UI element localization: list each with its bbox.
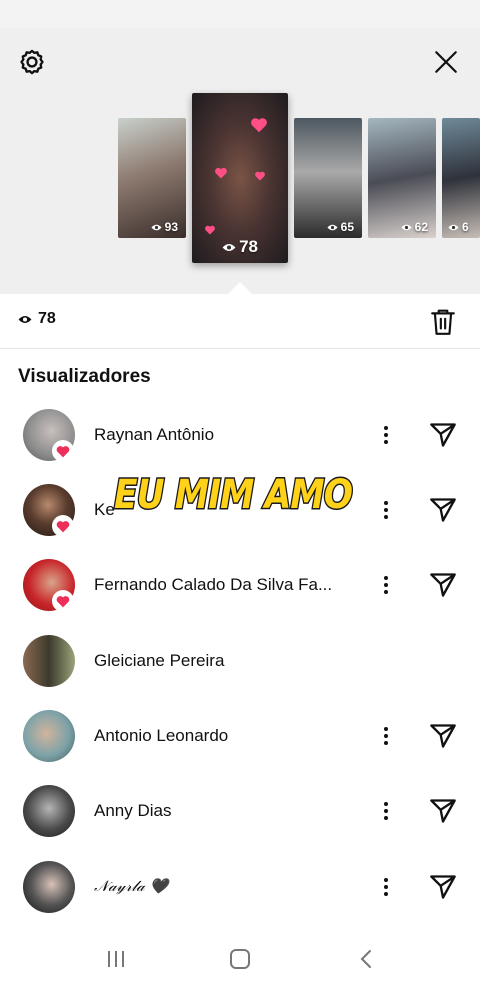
like-badge [52,440,74,462]
viewer-name[interactable]: Raynan Antônio [94,425,214,445]
gear-icon [20,49,44,75]
back-icon [360,950,371,968]
avatar[interactable] [23,635,75,687]
heart-icon [56,520,70,532]
story-thumbnail-selected[interactable]: 78 [192,93,288,263]
more-options-button[interactable] [374,722,398,750]
story-count-label: 65 [340,220,354,234]
story-view-count: 62 [401,220,428,234]
heart-icon [56,445,70,457]
story-thumbnail[interactable]: 62 [368,118,436,238]
send-icon [430,724,456,748]
eye-icon [18,315,32,323]
more-vertical-icon [384,426,388,444]
viewer-name[interactable]: Antonio Leonardo [94,726,228,746]
eye-icon [448,224,459,230]
story-count-label: 78 [239,237,258,256]
heart-sticker-icon [251,118,267,133]
recent-apps-icon [108,951,124,967]
heart-icon [56,595,70,607]
system-navigation-bar [0,928,480,986]
viewer-row[interactable]: Gleiciane Pereira [0,625,480,697]
recent-apps-button[interactable] [96,944,136,974]
selected-story-pointer [228,282,252,294]
home-button[interactable] [220,944,260,974]
more-vertical-icon [384,501,388,519]
more-vertical-icon [384,802,388,820]
back-button[interactable] [346,944,386,974]
send-message-button[interactable] [426,720,460,752]
total-views: 78 [18,310,56,328]
viewer-row[interactable]: Raynan Antônio [0,399,480,471]
story-view-count: 65 [327,220,354,234]
heart-sticker-icon [205,225,215,235]
send-icon [430,799,456,823]
story-thumbnail[interactable]: 6 [442,118,480,238]
viewer-name[interactable]: Gleiciane Pereira [94,651,224,671]
status-bar [0,0,480,28]
story-count-label: 6 [462,220,469,234]
home-icon [230,949,250,969]
viewer-name[interactable]: Fernando Calado Da Silva Fa... [94,575,332,595]
story-thumbnail[interactable]: 93 [118,118,186,238]
avatar[interactable] [23,861,75,913]
send-icon [430,498,456,522]
send-message-button[interactable] [426,795,460,827]
heart-sticker-icon [215,167,227,179]
close-icon [435,51,457,73]
viewer-name[interactable]: Ke [94,500,115,520]
story-view-count: 6 [448,220,469,234]
eye-icon [401,224,412,230]
close-button[interactable] [428,44,464,80]
heart-sticker-icon [255,171,265,181]
eye-icon [327,224,338,230]
total-views-label: 78 [38,310,56,327]
send-message-button[interactable] [426,871,460,903]
send-icon [430,573,456,597]
send-message-button[interactable] [426,569,460,601]
viewer-row[interactable]: Antonio Leonardo [0,700,480,772]
avatar[interactable] [23,785,75,837]
overlay-caption: EU MIM AMO [113,471,355,520]
more-vertical-icon [384,878,388,896]
story-count-label: 93 [164,220,178,234]
view-count-bar: 78 [0,294,480,349]
more-options-button[interactable] [374,421,398,449]
more-options-button[interactable] [374,873,398,901]
more-options-button[interactable] [374,797,398,825]
more-options-button[interactable] [374,496,398,524]
viewer-row[interactable]: Fernando Calado Da Silva Fa... [0,549,480,621]
viewer-row[interactable]: Anny Dias [0,775,480,847]
trash-icon [431,309,455,335]
viewers-heading: Visualizadores [18,366,151,387]
send-message-button[interactable] [426,494,460,526]
send-message-button[interactable] [426,419,460,451]
send-icon [430,423,456,447]
more-vertical-icon [384,576,388,594]
story-view-count: 78 [222,237,258,257]
more-vertical-icon [384,727,388,745]
viewer-name[interactable]: Anny Dias [94,801,171,821]
send-icon [430,875,456,899]
avatar[interactable] [23,710,75,762]
more-options-button[interactable] [374,571,398,599]
settings-button[interactable] [14,44,50,80]
eye-icon [222,243,236,251]
viewer-name[interactable]: 𝒩𝒶𝓎𝓇𝓁𝒶 🖤 [94,877,168,895]
like-badge [52,515,74,537]
story-thumbnail[interactable]: 65 [294,118,362,238]
story-view-count: 93 [151,220,178,234]
like-badge [52,590,74,612]
eye-icon [151,224,162,230]
story-count-label: 62 [414,220,428,234]
viewer-row[interactable]: 𝒩𝒶𝓎𝓇𝓁𝒶 🖤 [0,851,480,923]
delete-story-button[interactable] [426,305,460,339]
